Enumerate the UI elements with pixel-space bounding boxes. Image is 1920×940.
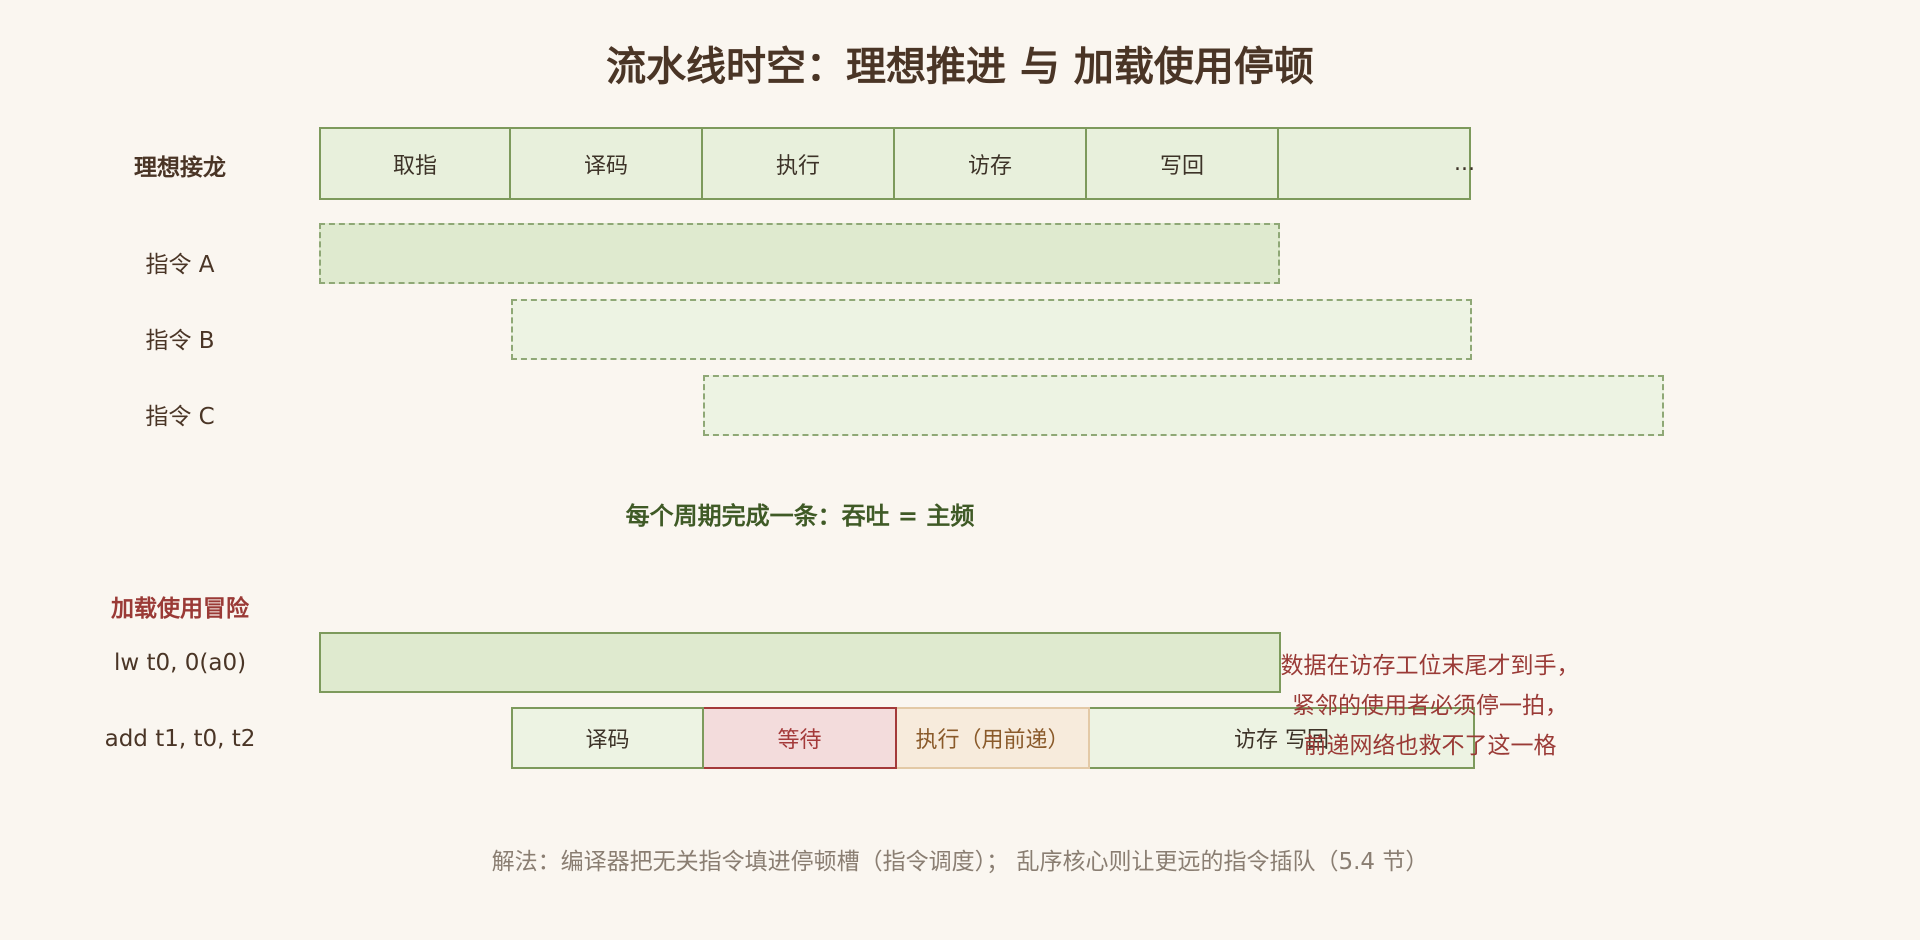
hazard-note: 数据在访存工位末尾才到手， 紧邻的使用者必须停一拍， 前递网络也救不了这一格 (1270, 646, 1590, 766)
hazard-note-line-3: 前递网络也救不了这一格 (1303, 733, 1557, 759)
stage-writeback: 写回 (1087, 127, 1279, 200)
hazard-note-line-1: 数据在访存工位末尾才到手， (1280, 653, 1580, 679)
instruction-b-label: 指令 B (145, 328, 215, 354)
add-stage-decode: 译码 (511, 707, 704, 769)
solution-footer: 解法：编译器把无关指令填进停顿槽（指令调度）； 乱序核心则让更远的指令插队（5.… (491, 849, 1429, 875)
add-stage-execute-forward: 执行（用前递） (897, 707, 1090, 769)
stage-memory: 访存 (895, 127, 1087, 200)
stage-ellipsis-text: ... (1454, 151, 1475, 176)
ideal-section-label: 理想接龙 (134, 155, 226, 181)
stage-decode: 译码 (511, 127, 703, 200)
add-stage-wait: 等待 (704, 707, 897, 769)
instruction-c-bar (703, 375, 1664, 436)
hazard-note-line-2: 紧邻的使用者必须停一拍， (1292, 693, 1568, 719)
instruction-c-label: 指令 C (145, 404, 215, 430)
lw-instruction-bar (319, 632, 1281, 693)
stage-fetch: 取指 (319, 127, 511, 200)
stage-execute: 执行 (703, 127, 895, 200)
ideal-stage-row: 取指 译码 执行 访存 写回 ... (319, 127, 1475, 200)
lw-instruction-label: lw t0, 0(a0) (113, 650, 247, 676)
instruction-b-bar (511, 299, 1472, 360)
instruction-a-bar (319, 223, 1280, 284)
stage-ellipsis: ... (1279, 127, 1475, 200)
add-instruction-label: add t1, t0, t2 (104, 726, 256, 752)
hazard-section-label: 加载使用冒险 (111, 596, 249, 622)
instruction-a-label: 指令 A (145, 252, 215, 278)
diagram-title: 流水线时空：理想推进 与 加载使用停顿 (606, 44, 1314, 90)
throughput-note: 每个周期完成一条：吞吐 = 主频 (625, 502, 975, 530)
